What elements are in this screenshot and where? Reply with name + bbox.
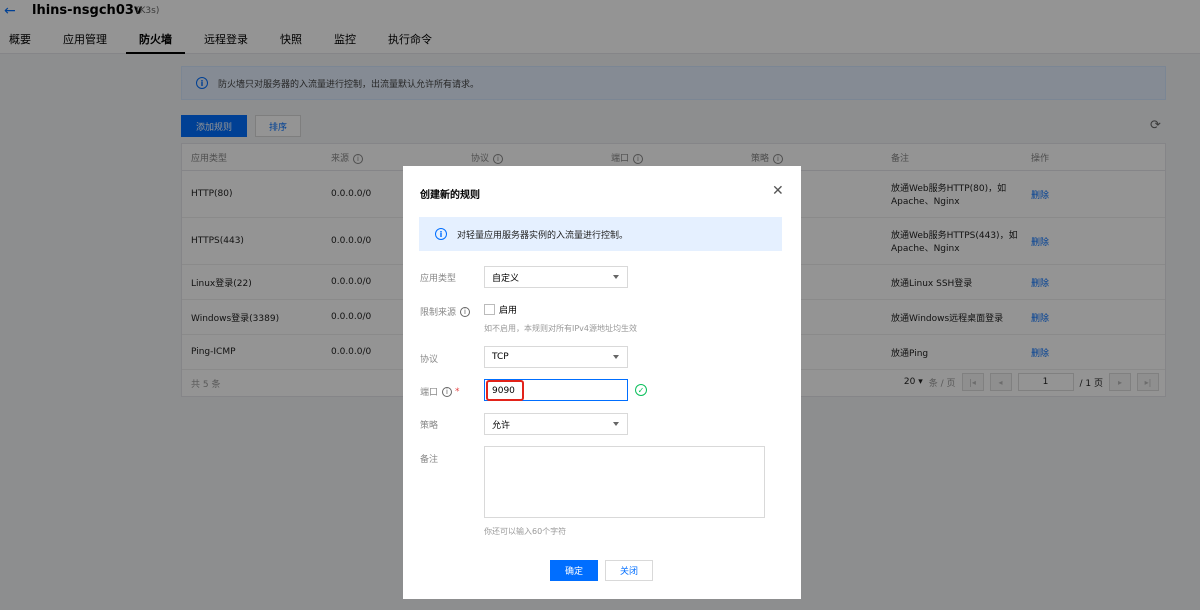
app-type-label: 应用类型 [420, 274, 457, 284]
note-label: 备注 [420, 455, 439, 465]
close-button[interactable]: 关闭 [605, 560, 653, 581]
note-hint: 你还可以输入60个字符 [484, 527, 567, 536]
limit-source-checkbox-label[interactable]: 启用 [499, 303, 517, 316]
caret-down-icon [613, 422, 619, 426]
dialog-notice: i 对轻量应用服务器实例的入流量进行控制。 [419, 217, 782, 251]
caret-down-icon [613, 355, 619, 359]
port-label: 端口 i * [420, 386, 460, 398]
info-icon: i [435, 228, 447, 240]
policy-select[interactable]: 允许 [484, 413, 628, 435]
dialog-title: 创建新的规则 [420, 190, 480, 201]
close-icon[interactable]: ✕ [772, 183, 784, 199]
protocol-select[interactable]: TCP [484, 346, 628, 368]
dialog-notice-text: 对轻量应用服务器实例的入流量进行控制。 [457, 230, 629, 241]
policy-label: 策略 [420, 421, 439, 431]
create-rule-dialog: 创建新的规则 ✕ i 对轻量应用服务器实例的入流量进行控制。 应用类型 自定义 … [403, 166, 801, 599]
port-input-value[interactable]: 9090 [486, 380, 524, 401]
info-icon[interactable]: i [442, 386, 453, 397]
check-circle-icon: ✓ [635, 384, 647, 396]
confirm-button[interactable]: 确定 [550, 560, 598, 581]
caret-down-icon [613, 275, 619, 279]
note-textarea[interactable] [484, 446, 765, 518]
limit-source-checkbox[interactable] [484, 304, 495, 315]
limit-source-label: 限制来源 i [420, 305, 471, 318]
app-type-select[interactable]: 自定义 [484, 266, 628, 288]
info-icon[interactable]: i [460, 306, 471, 317]
limit-source-hint: 如不启用，本规则对所有IPv4源地址均生效 [484, 324, 638, 333]
protocol-label: 协议 [420, 355, 439, 365]
